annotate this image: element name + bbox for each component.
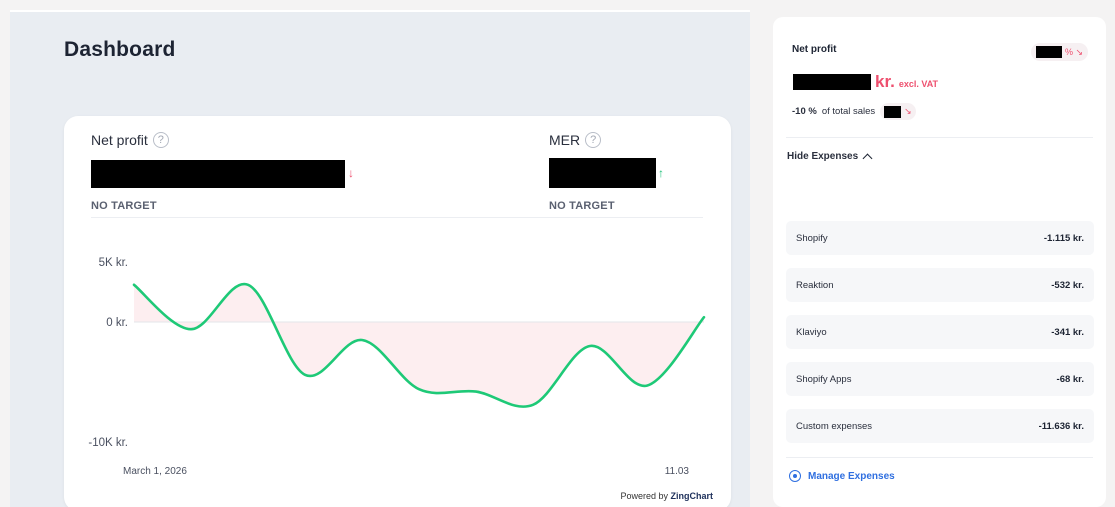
y-tick-label: 0 kr. xyxy=(106,317,128,329)
y-tick-label: 5K kr. xyxy=(99,257,128,269)
hide-expenses-toggle[interactable]: Hide Expenses xyxy=(787,151,873,163)
expense-row: Reaktion -532 kr. xyxy=(786,268,1094,302)
divider xyxy=(786,137,1093,138)
page-title: Dashboard xyxy=(64,38,176,61)
net-profit-chart[interactable]: 5K kr. 0 kr. -10K kr. March 1, 2026 11.03 xyxy=(64,116,731,507)
change-badge-text: % ↘ xyxy=(1065,46,1084,57)
side-net-profit-label: Net profit xyxy=(792,44,837,55)
expense-amount: -532 kr. xyxy=(1051,279,1084,291)
currency-unit: kr. xyxy=(875,72,895,91)
share-text: of total sales xyxy=(821,106,876,117)
expense-name: Shopify xyxy=(796,232,828,244)
expense-name: Reaktion xyxy=(796,279,834,291)
redacted-value xyxy=(1036,46,1062,58)
x-tick-label: 11.03 xyxy=(665,466,690,477)
expense-name: Klaviyo xyxy=(796,326,827,338)
chart-credit[interactable]: Powered by ZingChart xyxy=(620,491,713,501)
divider xyxy=(786,457,1093,458)
chevron-up-icon xyxy=(862,153,873,163)
manage-expenses-link[interactable]: Manage Expenses xyxy=(789,470,895,482)
expense-amount: -1.115 kr. xyxy=(1043,232,1084,244)
expense-amount: -341 kr. xyxy=(1051,326,1084,338)
hide-expenses-label: Hide Expenses xyxy=(787,151,859,162)
change-badge: % ↘ xyxy=(1031,43,1089,61)
expense-row: Custom expenses -11.636 kr. xyxy=(786,409,1094,443)
net-profit-card: Net profit ? ↓ NO TARGET MER ? ↑ NO TARG… xyxy=(64,116,731,507)
expense-row: Klaviyo -341 kr. xyxy=(786,315,1094,349)
x-tick-label: March 1, 2026 xyxy=(123,466,187,477)
vat-note: excl. VAT xyxy=(898,79,939,89)
y-tick-label: -10K kr. xyxy=(88,437,128,449)
trend-down-right-icon: ↘ xyxy=(904,106,912,116)
share-percent: -10 % xyxy=(792,106,817,117)
credit-prefix: Powered by xyxy=(620,491,668,501)
share-badge: ↘ xyxy=(880,103,916,120)
net-profit-amount: kr. excl. VAT xyxy=(793,72,938,92)
credit-brand: ZingChart xyxy=(670,491,714,501)
expense-name: Shopify Apps xyxy=(796,373,852,385)
expense-row: Shopify Apps -68 kr. xyxy=(786,362,1094,396)
dashboard-panel: Dashboard Net profit ? ↓ NO TARGET MER ?… xyxy=(10,10,750,507)
gear-icon xyxy=(789,470,801,482)
share-of-sales: -10 % of total sales ↘ xyxy=(792,103,916,120)
expense-amount: -11.636 kr. xyxy=(1038,420,1084,432)
expense-name: Custom expenses xyxy=(796,420,873,432)
redacted-value xyxy=(793,74,871,90)
expense-amount: -68 kr. xyxy=(1056,373,1084,385)
net-profit-side-panel: Net profit % ↘ kr. excl. VAT -10 % of to… xyxy=(773,17,1106,507)
manage-expenses-label: Manage Expenses xyxy=(808,470,895,482)
expense-row: Shopify -1.115 kr. xyxy=(786,221,1094,255)
redacted-value xyxy=(884,105,902,118)
